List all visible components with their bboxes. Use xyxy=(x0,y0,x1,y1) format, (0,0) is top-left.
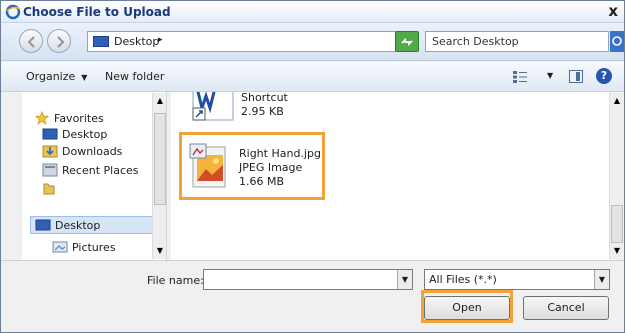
sidebar-item-label: Downloads xyxy=(62,145,123,158)
back-arrow-icon xyxy=(27,36,35,48)
address-bar: Desktop ▸ ▼ Search Desktop xyxy=(1,23,624,61)
file-upload-dialog: Choose File to Upload x Desktop ▸ ▼ xyxy=(0,0,625,333)
pictures-icon xyxy=(52,241,68,253)
open-button-highlight xyxy=(421,290,513,323)
scrollbar-thumb[interactable] xyxy=(154,113,166,205)
help-icon[interactable]: ? xyxy=(596,68,612,84)
title-bar[interactable]: Choose File to Upload x xyxy=(1,1,624,23)
selected-file-highlight xyxy=(179,132,325,200)
cancel-button[interactable]: Cancel xyxy=(523,296,609,320)
search-placeholder: Search Desktop xyxy=(432,35,519,48)
file-name-label: File name: xyxy=(147,274,204,287)
scroll-up-icon[interactable]: ▲ xyxy=(154,94,166,108)
preview-pane-icon[interactable] xyxy=(569,70,583,83)
folder-icon xyxy=(43,183,55,195)
close-button[interactable]: x xyxy=(608,2,618,20)
refresh-icon xyxy=(401,37,413,47)
organize-label: Organize xyxy=(26,70,76,83)
breadcrumb-arrow-icon[interactable]: ▸ xyxy=(158,35,163,45)
navigation-scrollbar[interactable]: ▲ ▼ xyxy=(152,93,166,259)
command-bar: Organize ▼ New folder ▼ ? xyxy=(1,62,624,92)
file-name: Shortcut xyxy=(241,92,288,104)
file-list-scrollbar[interactable]: ▲ ▼ xyxy=(609,93,623,259)
scrollbar-thumb[interactable] xyxy=(611,205,623,243)
new-folder-button[interactable]: New folder xyxy=(105,70,164,83)
search-button[interactable] xyxy=(610,31,624,52)
star-icon xyxy=(34,111,50,125)
search-icon xyxy=(612,36,622,46)
file-name-dropdown-icon[interactable]: ▼ xyxy=(397,270,412,289)
word-document-icon xyxy=(192,92,234,121)
desktop-icon xyxy=(42,128,58,140)
desktop-icon xyxy=(35,219,51,231)
filter-dropdown-icon[interactable]: ▼ xyxy=(594,270,609,289)
navigation-pane: Favorites Desktop Downloads Recent Place… xyxy=(22,92,167,260)
desktop-icon xyxy=(93,36,109,47)
refresh-button[interactable] xyxy=(395,31,419,52)
file-size: 2.95 KB xyxy=(241,105,284,118)
file-name-field[interactable]: ▼ xyxy=(203,269,413,290)
sidebar-item-label: Desktop xyxy=(55,219,101,232)
sidebar-item-desktop-root[interactable]: Desktop xyxy=(30,216,156,234)
filter-value: All Files (*.*) xyxy=(429,273,497,286)
forward-button[interactable] xyxy=(47,29,71,53)
sidebar-item-desktop[interactable]: Desktop xyxy=(42,126,162,144)
sidebar-item-pictures[interactable]: Pictures xyxy=(52,239,152,257)
recent-places-icon xyxy=(42,163,58,177)
scroll-down-icon[interactable]: ▼ xyxy=(154,244,166,258)
breadcrumb-location[interactable]: Desktop xyxy=(114,35,159,48)
sidebar-item-label: Recent Places xyxy=(62,164,139,177)
sidebar-item-downloads[interactable]: Downloads xyxy=(42,143,162,161)
scroll-down-icon[interactable]: ▼ xyxy=(611,244,623,258)
search-input[interactable]: Search Desktop xyxy=(425,31,609,52)
breadcrumb[interactable]: Desktop ▸ ▼ xyxy=(87,31,409,52)
sidebar-item-folder[interactable] xyxy=(42,180,162,198)
file-item-shortcut[interactable]: Shortcut 2.95 KB xyxy=(183,92,383,128)
downloads-icon xyxy=(42,145,58,158)
sidebar-item-label: Desktop xyxy=(62,128,108,141)
organize-button[interactable]: Organize ▼ xyxy=(26,70,87,83)
internet-explorer-icon xyxy=(5,4,21,20)
sidebar-item-label: Favorites xyxy=(54,112,104,125)
views-dropdown-icon[interactable]: ▼ xyxy=(547,71,553,80)
forward-arrow-icon xyxy=(57,36,65,48)
back-button[interactable] xyxy=(19,29,43,53)
sidebar-item-label: Pictures xyxy=(72,241,116,254)
dialog-footer: File name: ▼ All Files (*.*) ▼ Open Canc… xyxy=(1,260,624,332)
scroll-up-icon[interactable]: ▲ xyxy=(611,94,623,108)
sidebar-item-recent-places[interactable]: Recent Places xyxy=(42,162,162,180)
file-type-filter[interactable]: All Files (*.*) ▼ xyxy=(424,269,610,290)
views-icon[interactable] xyxy=(513,71,527,83)
chevron-down-icon: ▼ xyxy=(81,73,88,82)
dialog-title: Choose File to Upload xyxy=(23,5,171,19)
